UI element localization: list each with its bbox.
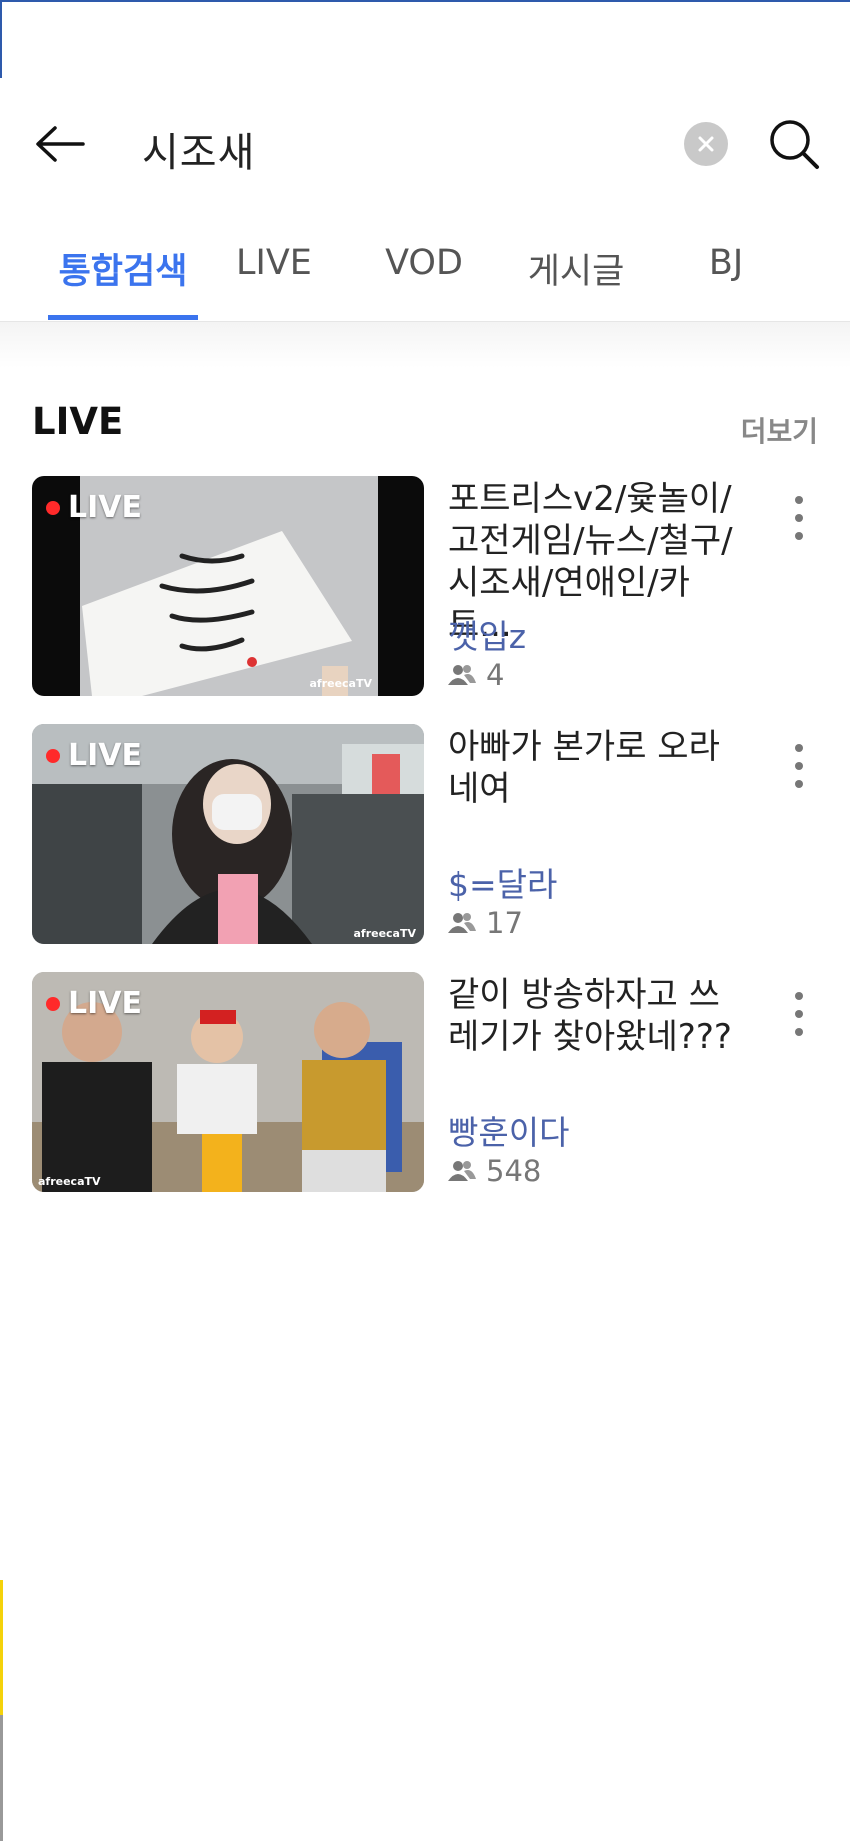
viewer-count: 548 <box>448 1154 541 1188</box>
live-dot-icon <box>46 996 60 1011</box>
search-bar: 시조새 <box>0 78 850 213</box>
window-top-border <box>0 0 850 2</box>
viewers-icon <box>448 913 476 933</box>
broadcaster-watermark: afreecaTV <box>38 1175 101 1188</box>
more-options-icon[interactable] <box>784 992 814 1036</box>
search-input[interactable]: 시조새 <box>142 120 255 178</box>
viewers-icon <box>448 665 476 685</box>
tab-bj[interactable]: BJ <box>666 243 786 321</box>
live-list-item[interactable]: LIVE afreecaTV 같이 방송하자고 쓰레기가 찾아왔네??? 빵훈이… <box>0 972 850 1194</box>
side-gray-bar <box>0 1715 3 1841</box>
arrow-left-icon <box>36 126 85 162</box>
more-button[interactable]: 더보기 <box>700 410 818 450</box>
stream-title[interactable]: 같이 방송하자고 쓰레기가 찾아왔네??? <box>448 974 748 1058</box>
stream-title[interactable]: 아빠가 본가로 오라네여 <box>448 726 748 810</box>
search-button[interactable] <box>766 116 822 172</box>
live-badge: LIVE <box>46 986 142 1021</box>
close-icon <box>698 136 714 152</box>
section-title: LIVE <box>32 400 124 443</box>
side-accent-bar <box>0 1580 3 1715</box>
search-icon <box>770 120 819 169</box>
back-button[interactable] <box>30 118 88 170</box>
bj-name[interactable]: 빵훈이다 <box>448 1106 569 1154</box>
live-dot-icon <box>46 500 60 515</box>
tab-vod[interactable]: VOD <box>364 243 484 321</box>
stream-thumbnail[interactable]: LIVE afreecaTV <box>32 476 424 696</box>
bj-name[interactable]: 깻입z <box>448 610 526 658</box>
more-options-icon[interactable] <box>784 744 814 788</box>
section-divider <box>0 322 850 368</box>
live-list-item[interactable]: LIVE afreecaTV 포트리스v2/윷놀이/고전게임/뉴스/철구/시조새… <box>0 476 850 698</box>
tab-posts[interactable]: 게시글 <box>514 243 638 321</box>
clear-search-button[interactable] <box>684 122 728 166</box>
window-left-border <box>0 0 2 78</box>
tab-live[interactable]: LIVE <box>214 243 334 321</box>
live-dot-icon <box>46 748 60 763</box>
viewer-count: 4 <box>448 658 504 692</box>
search-tabs: 통합검색 LIVE VOD 게시글 BJ <box>0 213 850 322</box>
broadcaster-watermark: afreecaTV <box>309 677 372 690</box>
more-options-icon[interactable] <box>784 496 814 540</box>
viewer-count: 17 <box>448 906 523 940</box>
tab-integrated[interactable]: 통합검색 <box>48 243 198 321</box>
live-badge: LIVE <box>46 490 142 525</box>
stream-thumbnail[interactable]: LIVE afreecaTV <box>32 972 424 1192</box>
active-tab-indicator <box>48 315 198 320</box>
viewers-icon <box>448 1161 476 1181</box>
live-list-item[interactable]: LIVE afreecaTV 아빠가 본가로 오라네여 $=달라 17 <box>0 724 850 946</box>
bj-name[interactable]: $=달라 <box>448 858 557 906</box>
broadcaster-watermark: afreecaTV <box>353 927 416 940</box>
live-badge: LIVE <box>46 738 142 773</box>
stream-thumbnail[interactable]: LIVE afreecaTV <box>32 724 424 944</box>
